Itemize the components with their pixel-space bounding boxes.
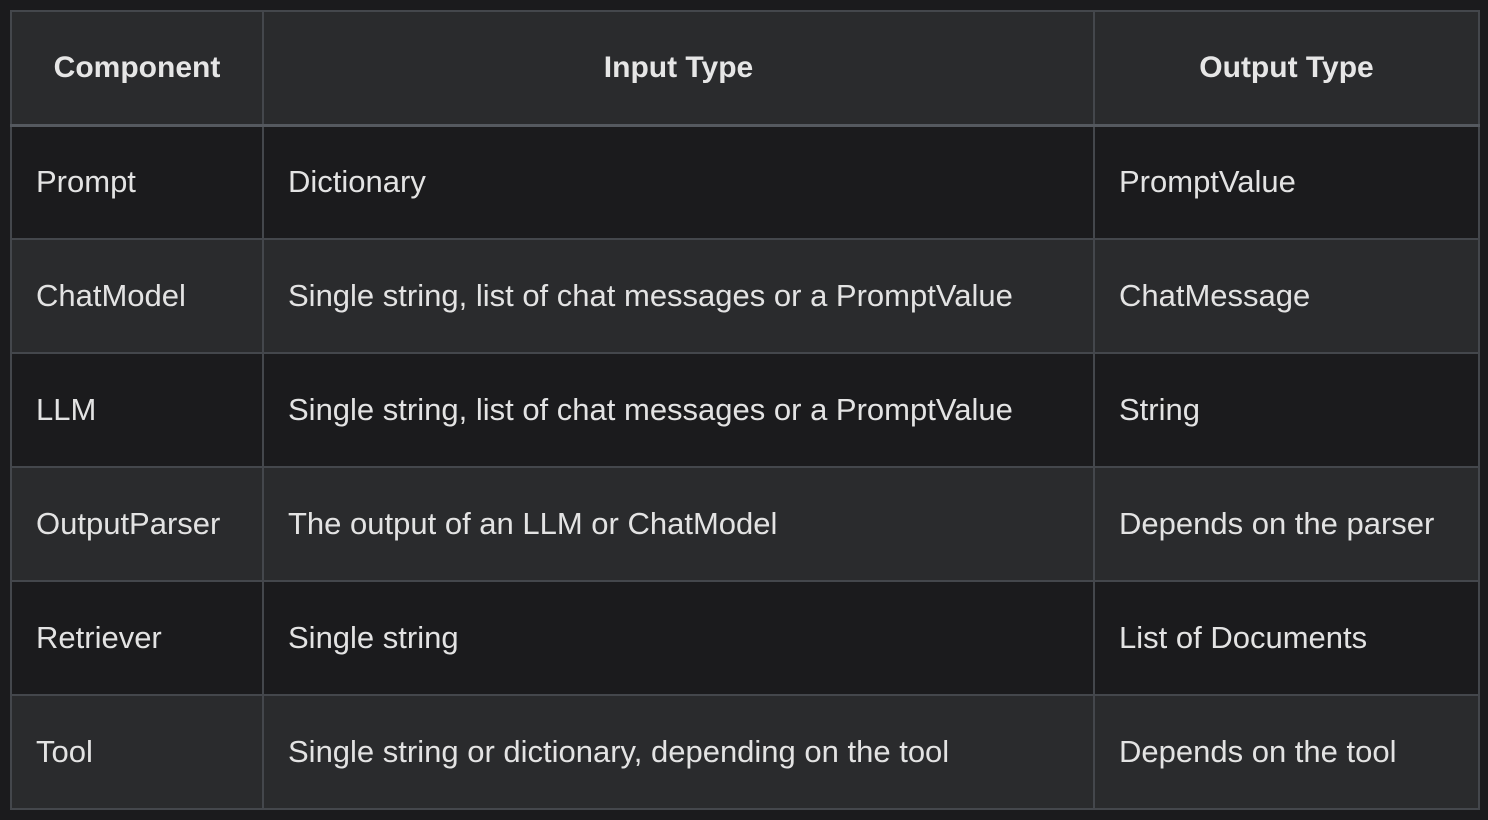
table-row: LLM Single string, list of chat messages… xyxy=(10,352,1480,468)
cell-component: ChatModel xyxy=(10,238,264,354)
table-row: ChatModel Single string, list of chat me… xyxy=(10,238,1480,354)
cell-output-type: Depends on the tool xyxy=(1093,694,1480,810)
header-output-type: Output Type xyxy=(1093,10,1480,126)
header-component: Component xyxy=(10,10,264,126)
cell-output-type: List of Documents xyxy=(1093,580,1480,696)
cell-input-type: The output of an LLM or ChatModel xyxy=(262,466,1095,582)
cell-component: LLM xyxy=(10,352,264,468)
table-row: OutputParser The output of an LLM or Cha… xyxy=(10,466,1480,582)
cell-input-type: Single string, list of chat messages or … xyxy=(262,352,1095,468)
cell-input-type: Single string or dictionary, depending o… xyxy=(262,694,1095,810)
cell-input-type: Single string, list of chat messages or … xyxy=(262,238,1095,354)
cell-input-type: Single string xyxy=(262,580,1095,696)
header-row: Component Input Type Output Type xyxy=(10,10,1480,126)
table-row: Retriever Single string List of Document… xyxy=(10,580,1480,696)
cell-input-type: Dictionary xyxy=(262,124,1095,240)
table-row: Prompt Dictionary PromptValue xyxy=(10,124,1480,240)
cell-output-type: Depends on the parser xyxy=(1093,466,1480,582)
cell-component: Retriever xyxy=(10,580,264,696)
components-table: Component Input Type Output Type Prompt … xyxy=(10,10,1480,810)
cell-output-type: ChatMessage xyxy=(1093,238,1480,354)
table-row: Tool Single string or dictionary, depend… xyxy=(10,694,1480,810)
cell-output-type: String xyxy=(1093,352,1480,468)
cell-component: Prompt xyxy=(10,124,264,240)
table-container: Component Input Type Output Type Prompt … xyxy=(10,10,1480,810)
header-input-type: Input Type xyxy=(262,10,1095,126)
cell-component: Tool xyxy=(10,694,264,810)
cell-output-type: PromptValue xyxy=(1093,124,1480,240)
cell-component: OutputParser xyxy=(10,466,264,582)
